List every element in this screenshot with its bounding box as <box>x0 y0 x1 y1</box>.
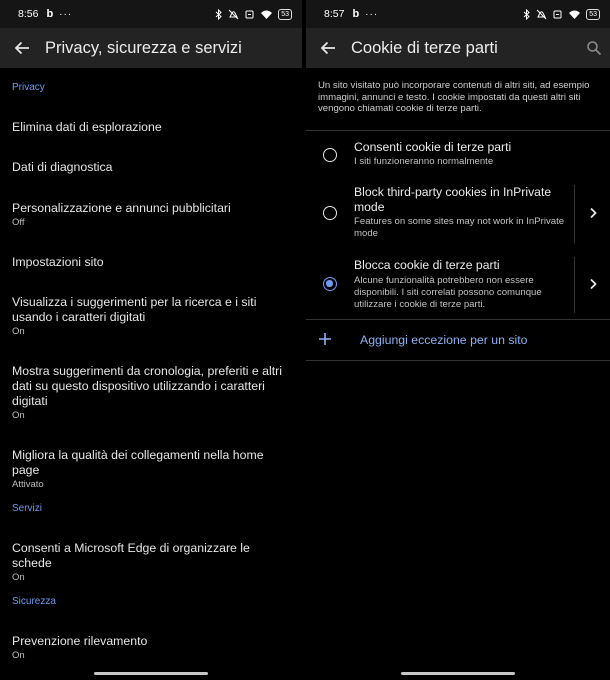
back-arrow-icon <box>320 41 335 55</box>
setting-site-settings[interactable]: Impostazioni sito <box>0 255 302 270</box>
option-title: Block third-party cookies in InPrivate m… <box>354 185 552 214</box>
gesture-bar[interactable] <box>401 672 515 675</box>
app-badge: b <box>46 8 54 20</box>
setting-title: Migliora la qualità dei collegamenti nel… <box>12 448 264 477</box>
status-bar: 8:57 b ··· 53 <box>306 0 610 28</box>
divider <box>306 360 610 361</box>
setting-title: Visualizza i suggerimenti per la ricerca… <box>12 295 257 324</box>
chevron-right-icon[interactable] <box>588 207 598 219</box>
setting-title: Impostazioni sito <box>12 255 104 269</box>
battery-icon: 53 <box>278 8 292 20</box>
setting-status: On <box>12 650 25 661</box>
radio-button-icon[interactable] <box>323 148 337 162</box>
status-time: 8:57 <box>324 8 345 20</box>
cookie-description: Un sito visitato può incorporare contenu… <box>318 80 590 114</box>
radio-button-selected-icon[interactable] <box>323 277 337 291</box>
status-time: 8:56 <box>18 8 39 20</box>
option-description: I siti funzioneranno normalmente <box>354 156 494 167</box>
vibrate-icon <box>245 10 254 18</box>
status-dots: ··· <box>59 8 73 20</box>
radio-button-icon[interactable] <box>323 206 337 220</box>
page-title: Privacy, sicurezza e servizi <box>45 38 242 57</box>
setting-status: On <box>12 410 25 421</box>
setting-history-suggestions[interactable]: Mostra suggerimenti da cronologia, prefe… <box>0 364 302 422</box>
setting-title: Prevenzione rilevamento <box>12 634 148 648</box>
left-screen: 8:56 b ··· 53 Privacy, sicurezza e servi… <box>0 0 302 680</box>
mute-icon <box>228 9 239 19</box>
mute-icon <box>536 9 547 19</box>
setting-title: Elimina dati di esplorazione <box>12 120 162 134</box>
status-dots: ··· <box>365 8 379 20</box>
setting-title: Dati di diagnostica <box>12 160 113 174</box>
option-separator <box>574 185 575 243</box>
back-arrow-icon <box>14 41 29 55</box>
vibrate-icon <box>553 10 562 18</box>
app-badge: b <box>352 8 360 20</box>
setting-improve-shortcuts[interactable]: Migliora la qualità dei collegamenti nel… <box>0 448 302 491</box>
add-site-exception-button[interactable]: Aggiungi eccezione per un sito <box>306 320 610 360</box>
plus-icon <box>319 333 331 345</box>
status-bar: 8:56 b ··· 53 <box>0 0 302 28</box>
setting-search-suggestions[interactable]: Visualizza i suggerimenti per la ricerca… <box>0 295 302 338</box>
setting-organize-tabs[interactable]: Consenti a Microsoft Edge di organizzare… <box>0 541 302 584</box>
section-header-servizi: Servizi <box>12 503 43 514</box>
status-icons: 53 <box>215 8 292 20</box>
setting-personalization-ads[interactable]: Personalizzazione e annunci pubblicitari… <box>0 201 302 229</box>
gesture-bar[interactable] <box>94 672 208 675</box>
option-description: Alcune funzionalità potrebbero non esser… <box>354 275 542 310</box>
setting-title: Personalizzazione e annunci pubblicitari <box>12 201 231 215</box>
back-button[interactable] <box>2 28 42 68</box>
add-exception-label: Aggiungi eccezione per un sito <box>360 333 528 347</box>
setting-title: Consenti a Microsoft Edge di organizzare… <box>12 541 250 570</box>
option-title: Consenti cookie di terze parti <box>354 140 512 154</box>
setting-title: Mostra suggerimenti da cronologia, prefe… <box>12 364 282 408</box>
setting-diagnostic-data[interactable]: Dati di diagnostica <box>0 160 302 175</box>
search-icon[interactable] <box>586 40 602 56</box>
chevron-right-icon[interactable] <box>588 278 598 290</box>
right-screen: 8:57 b ··· 53 Cookie di terze parti Un s… <box>306 0 610 680</box>
battery-icon: 53 <box>586 8 600 20</box>
setting-status: Off <box>12 217 25 228</box>
bluetooth-icon <box>215 8 222 20</box>
setting-status: Attivato <box>12 479 44 490</box>
option-title: Blocca cookie di terze parti <box>354 258 500 272</box>
back-button[interactable] <box>308 28 348 68</box>
setting-status: On <box>12 326 25 337</box>
section-header-sicurezza: Sicurezza <box>12 596 56 607</box>
status-icons: 53 <box>523 8 600 20</box>
option-description: Features on some sites may not work in I… <box>354 216 565 239</box>
bluetooth-icon <box>523 8 530 20</box>
setting-tracking-prevention[interactable]: Prevenzione rilevamento On <box>0 634 302 662</box>
option-block-inprivate[interactable]: Block third-party cookies in InPrivate m… <box>306 177 610 249</box>
section-header-privacy: Privacy <box>12 82 45 93</box>
setting-clear-browsing-data[interactable]: Elimina dati di esplorazione <box>0 120 302 135</box>
setting-status: On <box>12 572 25 583</box>
option-block-third-party-cookies[interactable]: Blocca cookie di terze parti Alcune funz… <box>306 251 610 319</box>
wifi-icon <box>261 10 273 19</box>
option-separator <box>574 257 575 313</box>
page-title: Cookie di terze parti <box>351 38 498 57</box>
app-bar: Cookie di terze parti <box>306 28 610 68</box>
wifi-icon <box>569 10 581 19</box>
app-bar: Privacy, sicurezza e servizi <box>0 28 302 68</box>
option-allow-third-party-cookies[interactable]: Consenti cookie di terze parti I siti fu… <box>306 131 610 177</box>
